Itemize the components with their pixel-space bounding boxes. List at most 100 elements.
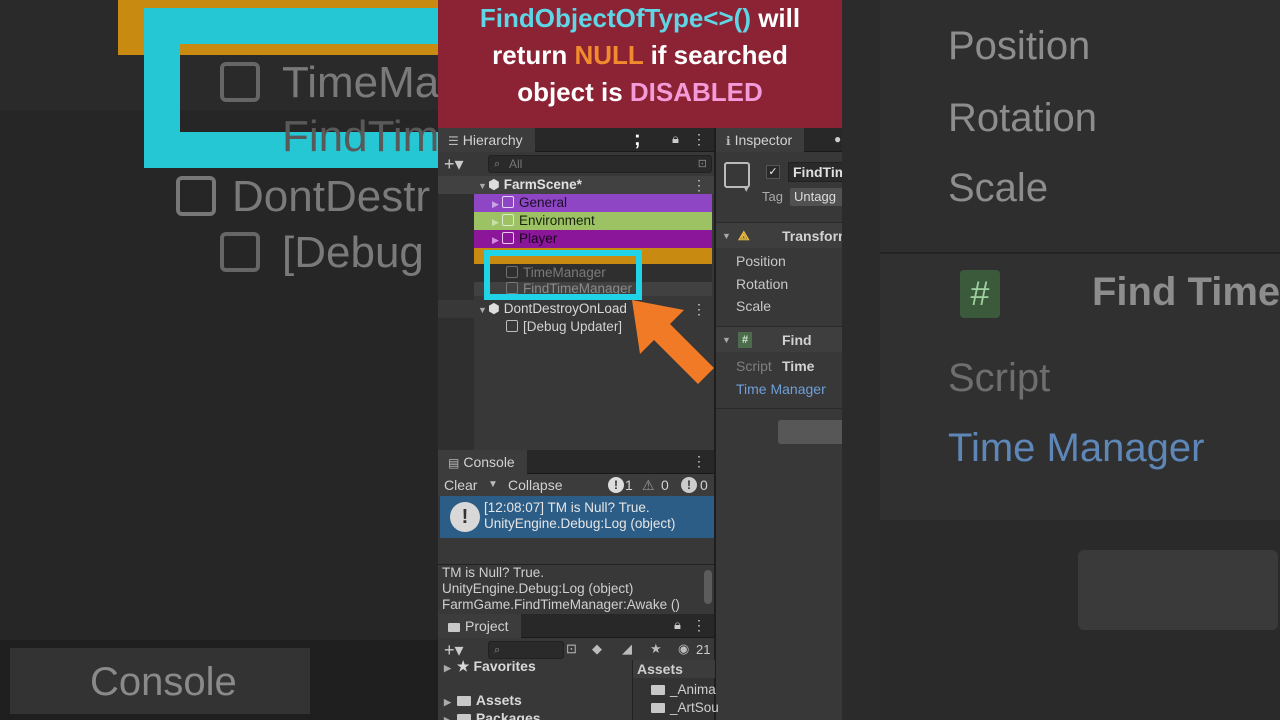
tag-dropdown[interactable]: Untagg xyxy=(790,188,842,206)
caption-function: FindObjectOfType<>() xyxy=(479,3,751,33)
caption-text: if searched xyxy=(643,40,788,70)
star-icon[interactable]: ★ xyxy=(650,641,662,657)
tab-hierarchy[interactable]: ☰ Hierarchy xyxy=(438,128,535,152)
hierarchy-toolbar: +▾ ⌕ All ⊡ xyxy=(438,152,714,176)
info-icon: ℹ xyxy=(726,134,731,148)
assets-label: Assets xyxy=(475,692,522,708)
create-asset-button[interactable]: +▾ xyxy=(444,640,464,660)
caption-disabled: DISABLED xyxy=(629,77,763,107)
expand-down-icon[interactable]: ▼ xyxy=(478,301,488,319)
favorites-label: Favorites xyxy=(473,658,536,674)
star-icon: ★ xyxy=(456,658,470,674)
tab-inspector[interactable]: ℹ Inspector xyxy=(716,128,805,152)
unity-scene-icon: ⬢ xyxy=(488,301,500,316)
cube-icon xyxy=(502,214,514,226)
caption-text: return xyxy=(492,40,575,70)
scrollbar[interactable] xyxy=(704,570,712,604)
caption-text: object is xyxy=(517,77,630,107)
label-icon[interactable]: ◢ xyxy=(622,641,632,657)
folder-icon xyxy=(448,623,460,632)
time-manager-field[interactable]: Time Manager xyxy=(736,381,842,397)
error-icon[interactable]: ! xyxy=(681,477,697,493)
tab-label: Project xyxy=(465,618,509,634)
assets-item[interactable]: ▶ Assets xyxy=(444,692,522,708)
collapse-button[interactable]: Collapse xyxy=(508,474,562,496)
kebab-menu-icon[interactable]: ⋮ xyxy=(692,617,706,634)
expand-down-icon[interactable]: ▼ xyxy=(478,177,488,195)
project-panel: Project 🔒︎ ⋮ +▾ ⌕ ⊡ ◆ ◢ ★ ◉ 21 ▶ ★ Favorit… xyxy=(438,614,719,720)
search-icon: ⌕ xyxy=(494,644,501,656)
assets-breadcrumb: Assets xyxy=(633,660,715,678)
expand-right-icon[interactable]: ▶ xyxy=(492,195,502,213)
scale-label: Scale xyxy=(736,298,772,314)
cube-icon xyxy=(502,232,514,244)
chevron-down-icon[interactable]: ▼ xyxy=(488,474,498,496)
inspector-panel: ℹ Inspector ● ▾ ✓ FindTim Tag Untagg ▼ ⟁ … xyxy=(716,128,842,720)
rotation-label: Rotation xyxy=(736,276,789,292)
bg-text-find: Find Time xyxy=(1092,270,1280,314)
hierarchy-tabbar: ☰ Hierarchy ; 🔒︎ ⋮ xyxy=(438,128,714,152)
transform-header[interactable]: ▼ ⟁ Transform xyxy=(716,222,842,248)
hierarchy-item-general[interactable]: ▶ General xyxy=(474,194,712,212)
divider xyxy=(716,408,842,409)
expand-right-icon[interactable]: ▶ xyxy=(492,231,502,249)
kebab-menu-icon[interactable]: ⋮ xyxy=(692,453,706,470)
folder-label: _Anima xyxy=(670,682,716,697)
lock-icon[interactable]: 🔒︎ xyxy=(672,131,679,147)
background-right-zoom: Position Rotation Scale # Find Time Scri… xyxy=(842,0,1280,720)
caption-text: will xyxy=(750,3,801,33)
packages-item[interactable]: ▶ Packages xyxy=(444,710,541,720)
background-left-zoom: TimeMa FindTim DontDestr [Debug Console xyxy=(0,0,438,720)
chevron-down-icon[interactable]: ▾ xyxy=(744,184,749,195)
info-log-icon[interactable]: ! xyxy=(608,477,624,493)
detail-line: TM is Null? True. xyxy=(442,565,545,580)
log-detail: TM is Null? True. UnityEngine.Debug:Log … xyxy=(438,564,714,614)
lighting-icon[interactable]: ● xyxy=(834,132,841,146)
item-label: Player xyxy=(519,231,558,246)
folder-icon xyxy=(456,696,471,706)
expand-right-icon[interactable]: ▶ xyxy=(444,663,451,673)
kebab-menu-icon[interactable]: ⋮ xyxy=(692,131,706,148)
caption-line-2: return NULL if searched xyxy=(438,37,842,74)
caption-null: NULL xyxy=(574,40,644,70)
active-checkbox[interactable]: ✓ xyxy=(766,165,780,179)
unity-scene-icon xyxy=(176,176,216,216)
favorites-item[interactable]: ▶ ★ Favorites xyxy=(444,658,536,675)
project-tabbar: Project 🔒︎ ⋮ xyxy=(438,614,714,638)
expand-down-icon[interactable]: ▼ xyxy=(722,223,731,249)
warning-icon[interactable]: ⚠ xyxy=(642,474,655,496)
search-by-type-icon[interactable]: ⊡ xyxy=(566,641,577,657)
log-entry-selected[interactable]: ! [12:08:07] TM is Null? True. UnityEngi… xyxy=(440,496,714,538)
caption-banner: FindObjectOfType<>() will return NULL if… xyxy=(438,0,842,128)
expand-right-icon[interactable]: ▶ xyxy=(492,213,502,231)
expand-right-icon[interactable]: ▶ xyxy=(444,715,451,720)
component-header[interactable]: ▼ # Find Time xyxy=(716,326,842,374)
object-name-field[interactable]: FindTim xyxy=(788,162,842,182)
hierarchy-search-input[interactable]: ⌕ All ⊡ xyxy=(488,155,712,173)
add-object-button[interactable]: +▾ xyxy=(444,154,464,174)
hierarchy-item-player[interactable]: ▶ Player xyxy=(474,230,712,248)
transform-icon: ⟁ xyxy=(738,228,750,243)
scene-row-farmscene[interactable]: ▼⬢ FarmScene* ⋮ xyxy=(438,176,714,194)
clear-button[interactable]: Clear xyxy=(444,474,477,496)
bg-text-script: Script xyxy=(948,356,1051,400)
lock-icon[interactable]: 🔒︎ xyxy=(674,617,681,633)
folder-item[interactable]: _Anima xyxy=(651,682,716,697)
hierarchy-item-environment[interactable]: ▶ Environment xyxy=(474,212,712,230)
add-component-button[interactable] xyxy=(778,420,842,444)
expand-right-icon[interactable]: ▶ xyxy=(444,697,451,707)
log-line-2: UnityEngine.Debug:Log (object) xyxy=(484,516,676,531)
filter-icon[interactable]: ◆ xyxy=(592,641,602,657)
bg-button xyxy=(1078,550,1278,630)
expand-down-icon[interactable]: ▼ xyxy=(722,327,731,353)
scene-visibility-icon[interactable]: ⊡ xyxy=(698,156,707,172)
cube-icon xyxy=(502,196,514,208)
console-tabbar: ▤ Console ⋮ xyxy=(438,450,714,474)
folder-item[interactable]: _ArtSou xyxy=(651,700,719,715)
hidden-eye-icon[interactable]: ◉ xyxy=(678,641,689,657)
tab-project[interactable]: Project xyxy=(438,614,521,638)
caption-line-3: object is DISABLED xyxy=(438,74,842,111)
tab-console[interactable]: ▤ Console xyxy=(438,450,527,474)
project-search-input[interactable]: ⌕ xyxy=(488,641,564,659)
kebab-menu-icon[interactable]: ⋮ xyxy=(692,176,706,194)
